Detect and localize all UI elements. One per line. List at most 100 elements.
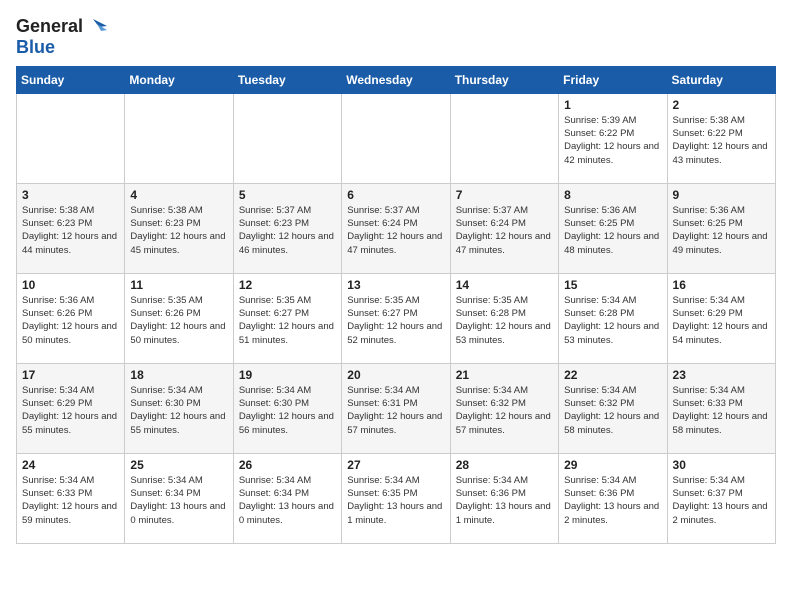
- weekday-header-tuesday: Tuesday: [233, 66, 341, 93]
- week-row-3: 10 Sunrise: 5:36 AMSunset: 6:26 PMDayligh…: [17, 273, 776, 363]
- day-number: 23: [673, 368, 770, 382]
- day-info: Sunrise: 5:34 AMSunset: 6:29 PMDaylight:…: [673, 294, 770, 347]
- day-number: 18: [130, 368, 227, 382]
- day-info: Sunrise: 5:35 AMSunset: 6:27 PMDaylight:…: [239, 294, 336, 347]
- day-number: 13: [347, 278, 444, 292]
- calendar-cell: 15 Sunrise: 5:34 AMSunset: 6:28 PMDayligh…: [559, 273, 667, 363]
- day-number: 26: [239, 458, 336, 472]
- day-number: 15: [564, 278, 661, 292]
- calendar-cell: 27Sunrise: 5:34 AMSunset: 6:35 PMDayligh…: [342, 453, 450, 543]
- day-number: 25: [130, 458, 227, 472]
- calendar-cell: [17, 93, 125, 183]
- day-info: Sunrise: 5:35 AMSunset: 6:27 PMDaylight:…: [347, 294, 444, 347]
- day-info: Sunrise: 5:34 AMSunset: 6:31 PMDaylight:…: [347, 384, 444, 437]
- day-info: Sunrise: 5:34 AMSunset: 6:36 PMDaylight:…: [564, 474, 661, 527]
- week-row-4: 17 Sunrise: 5:34 AMSunset: 6:29 PMDayligh…: [17, 363, 776, 453]
- day-number: 3: [22, 188, 119, 202]
- day-number: 20: [347, 368, 444, 382]
- calendar-cell: [125, 93, 233, 183]
- day-number: 24: [22, 458, 119, 472]
- calendar-cell: 19 Sunrise: 5:34 AMSunset: 6:30 PMDayligh…: [233, 363, 341, 453]
- day-info: Sunrise: 5:35 AMSunset: 6:26 PMDaylight:…: [130, 294, 227, 347]
- calendar-cell: 6Sunrise: 5:37 AMSunset: 6:24 PMDaylight…: [342, 183, 450, 273]
- calendar-cell: 23Sunrise: 5:34 AMSunset: 6:33 PMDayligh…: [667, 363, 775, 453]
- calendar-cell: 29 Sunrise: 5:34 AMSunset: 6:36 PMDayligh…: [559, 453, 667, 543]
- day-info: Sunrise: 5:34 AMSunset: 6:28 PMDaylight:…: [564, 294, 661, 347]
- calendar-cell: 2 Sunrise: 5:38 AMSunset: 6:22 PMDaylight…: [667, 93, 775, 183]
- day-info: Sunrise: 5:36 AMSunset: 6:26 PMDaylight:…: [22, 294, 119, 347]
- calendar-cell: 3 Sunrise: 5:38 AMSunset: 6:23 PMDaylight…: [17, 183, 125, 273]
- weekday-header-wednesday: Wednesday: [342, 66, 450, 93]
- calendar-cell: 7 Sunrise: 5:37 AMSunset: 6:24 PMDaylight…: [450, 183, 558, 273]
- calendar-cell: 17 Sunrise: 5:34 AMSunset: 6:29 PMDayligh…: [17, 363, 125, 453]
- day-number: 10: [22, 278, 119, 292]
- calendar-cell: [342, 93, 450, 183]
- day-info: Sunrise: 5:34 AMSunset: 6:29 PMDaylight:…: [22, 384, 119, 437]
- day-number: 7: [456, 188, 553, 202]
- day-info: Sunrise: 5:34 AMSunset: 6:30 PMDaylight:…: [239, 384, 336, 437]
- day-number: 1: [564, 98, 661, 112]
- day-number: 28: [456, 458, 553, 472]
- weekday-header-monday: Monday: [125, 66, 233, 93]
- day-number: 12: [239, 278, 336, 292]
- calendar-cell: 9 Sunrise: 5:36 AMSunset: 6:25 PMDaylight…: [667, 183, 775, 273]
- calendar-cell: [450, 93, 558, 183]
- calendar-cell: 22 Sunrise: 5:34 AMSunset: 6:32 PMDayligh…: [559, 363, 667, 453]
- calendar-cell: 10 Sunrise: 5:36 AMSunset: 6:26 PMDayligh…: [17, 273, 125, 363]
- day-info: Sunrise: 5:35 AMSunset: 6:28 PMDaylight:…: [456, 294, 553, 347]
- week-row-1: 1 Sunrise: 5:39 AMSunset: 6:22 PMDaylight…: [17, 93, 776, 183]
- calendar-cell: 18 Sunrise: 5:34 AMSunset: 6:30 PMDayligh…: [125, 363, 233, 453]
- day-number: 6: [347, 188, 444, 202]
- day-number: 5: [239, 188, 336, 202]
- calendar-cell: 8Sunrise: 5:36 AMSunset: 6:25 PMDaylight…: [559, 183, 667, 273]
- weekday-header-row: SundayMondayTuesdayWednesdayThursdayFrid…: [17, 66, 776, 93]
- day-info: Sunrise: 5:34 AMSunset: 6:37 PMDaylight:…: [673, 474, 770, 527]
- calendar-table: SundayMondayTuesdayWednesdayThursdayFrid…: [16, 66, 776, 544]
- day-info: Sunrise: 5:39 AMSunset: 6:22 PMDaylight:…: [564, 114, 661, 167]
- day-number: 29: [564, 458, 661, 472]
- day-info: Sunrise: 5:34 AMSunset: 6:30 PMDaylight:…: [130, 384, 227, 437]
- day-info: Sunrise: 5:38 AMSunset: 6:22 PMDaylight:…: [673, 114, 770, 167]
- calendar-cell: 14Sunrise: 5:35 AMSunset: 6:28 PMDayligh…: [450, 273, 558, 363]
- day-number: 21: [456, 368, 553, 382]
- day-number: 16: [673, 278, 770, 292]
- logo-bird-icon: [85, 16, 107, 38]
- header: General Blue: [16, 16, 776, 58]
- calendar-cell: [233, 93, 341, 183]
- weekday-header-sunday: Sunday: [17, 66, 125, 93]
- calendar-cell: 24 Sunrise: 5:34 AMSunset: 6:33 PMDayligh…: [17, 453, 125, 543]
- logo-general: General: [16, 17, 83, 37]
- day-number: 2: [673, 98, 770, 112]
- calendar-cell: 16 Sunrise: 5:34 AMSunset: 6:29 PMDayligh…: [667, 273, 775, 363]
- logo-box: General Blue: [16, 16, 107, 58]
- calendar-cell: 30 Sunrise: 5:34 AMSunset: 6:37 PMDayligh…: [667, 453, 775, 543]
- calendar-cell: 20 Sunrise: 5:34 AMSunset: 6:31 PMDayligh…: [342, 363, 450, 453]
- day-info: Sunrise: 5:38 AMSunset: 6:23 PMDaylight:…: [22, 204, 119, 257]
- day-info: Sunrise: 5:34 AMSunset: 6:32 PMDaylight:…: [564, 384, 661, 437]
- calendar-cell: 13 Sunrise: 5:35 AMSunset: 6:27 PMDayligh…: [342, 273, 450, 363]
- weekday-header-thursday: Thursday: [450, 66, 558, 93]
- day-info: Sunrise: 5:38 AMSunset: 6:23 PMDaylight:…: [130, 204, 227, 257]
- weekday-header-friday: Friday: [559, 66, 667, 93]
- day-info: Sunrise: 5:34 AMSunset: 6:33 PMDaylight:…: [22, 474, 119, 527]
- day-info: Sunrise: 5:36 AMSunset: 6:25 PMDaylight:…: [673, 204, 770, 257]
- day-number: 11: [130, 278, 227, 292]
- day-info: Sunrise: 5:37 AMSunset: 6:24 PMDaylight:…: [456, 204, 553, 257]
- day-number: 30: [673, 458, 770, 472]
- day-info: Sunrise: 5:34 AMSunset: 6:36 PMDaylight:…: [456, 474, 553, 527]
- day-number: 4: [130, 188, 227, 202]
- day-number: 22: [564, 368, 661, 382]
- week-row-2: 3 Sunrise: 5:38 AMSunset: 6:23 PMDaylight…: [17, 183, 776, 273]
- calendar-cell: 4 Sunrise: 5:38 AMSunset: 6:23 PMDaylight…: [125, 183, 233, 273]
- calendar-cell: 5Sunrise: 5:37 AMSunset: 6:23 PMDaylight…: [233, 183, 341, 273]
- day-info: Sunrise: 5:34 AMSunset: 6:35 PMDaylight:…: [347, 474, 444, 527]
- day-number: 9: [673, 188, 770, 202]
- day-info: Sunrise: 5:34 AMSunset: 6:34 PMDaylight:…: [130, 474, 227, 527]
- day-info: Sunrise: 5:34 AMSunset: 6:32 PMDaylight:…: [456, 384, 553, 437]
- weekday-header-saturday: Saturday: [667, 66, 775, 93]
- day-number: 19: [239, 368, 336, 382]
- calendar-cell: 21 Sunrise: 5:34 AMSunset: 6:32 PMDayligh…: [450, 363, 558, 453]
- week-row-5: 24 Sunrise: 5:34 AMSunset: 6:33 PMDayligh…: [17, 453, 776, 543]
- day-number: 17: [22, 368, 119, 382]
- logo-blue: Blue: [16, 38, 55, 58]
